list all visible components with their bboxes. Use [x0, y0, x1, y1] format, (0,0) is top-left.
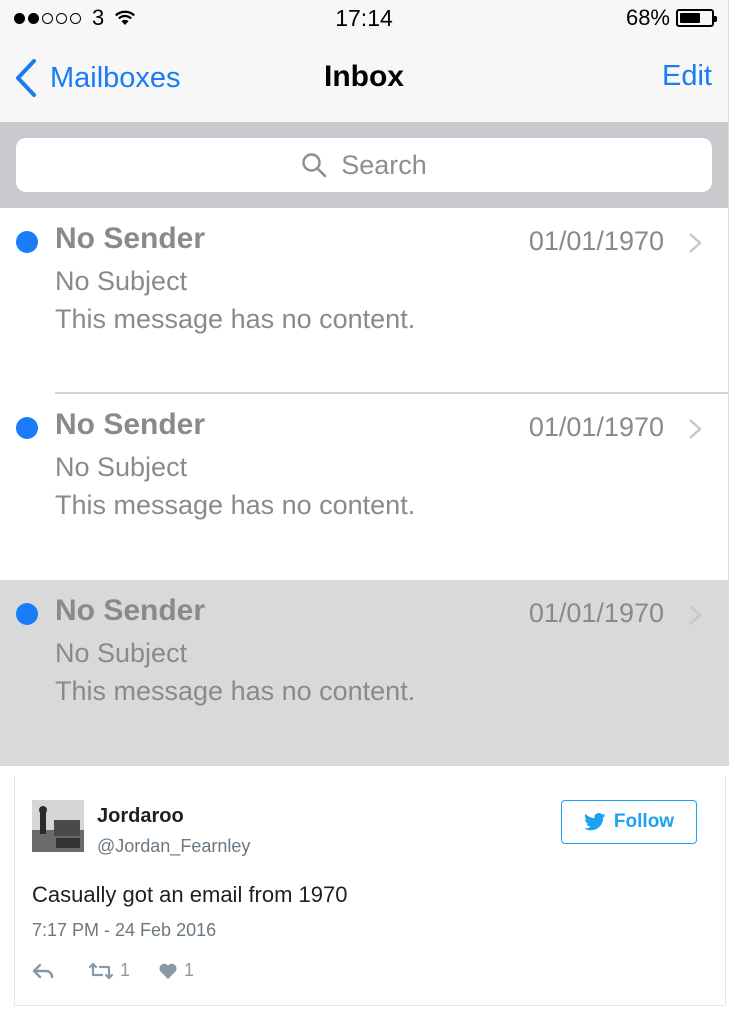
search-icon — [302, 153, 327, 178]
search-placeholder: Search — [341, 149, 427, 180]
message-date: 01/01/1970 — [528, 226, 664, 256]
battery-percentage: 68% — [625, 5, 670, 30]
message-subject: No Subject — [55, 452, 188, 482]
message-subject: No Subject — [55, 266, 188, 296]
embedded-tweet: Jordaroo @Jordan_Fearnley Follow Casuall… — [14, 776, 726, 1006]
follow-button[interactable]: Follow — [561, 800, 697, 844]
tweet-actions: 1 1 — [32, 960, 222, 981]
avatar-photo — [32, 800, 84, 852]
avatar[interactable] — [32, 800, 84, 852]
tweet-timestamp[interactable]: 7:17 PM - 24 Feb 2016 — [32, 920, 216, 941]
battery-icon — [676, 9, 717, 27]
tweet-text: Casually got an email from 1970 — [32, 882, 348, 907]
message-row[interactable]: No Sender 01/01/1970 No Subject This mes… — [0, 208, 728, 394]
status-time: 17:14 — [335, 5, 393, 31]
retweet-icon — [88, 962, 114, 979]
message-preview: This message has no content. — [55, 304, 416, 334]
chevron-right-icon — [689, 233, 702, 253]
heart-icon — [159, 963, 177, 979]
follow-button-label: Follow — [613, 811, 675, 832]
retweet-count: 1 — [120, 960, 131, 980]
message-sender: No Sender — [55, 594, 206, 627]
message-sender: No Sender — [55, 222, 206, 255]
search-input[interactable]: Search — [16, 138, 712, 192]
message-preview: This message has no content. — [55, 676, 416, 706]
page-title: Inbox — [324, 60, 404, 93]
message-subject: No Subject — [55, 638, 188, 668]
chevron-right-icon — [689, 419, 702, 439]
status-bar: 3 17:14 68% — [0, 0, 728, 36]
message-preview: This message has no content. — [55, 490, 416, 520]
like-button[interactable]: 1 — [158, 960, 194, 981]
unread-dot-icon — [16, 417, 38, 439]
search-bar: Search — [0, 122, 728, 208]
reply-button[interactable] — [32, 963, 60, 979]
unread-dot-icon — [16, 231, 38, 253]
like-count: 1 — [184, 960, 195, 980]
message-row[interactable]: No Sender 01/01/1970 No Subject This mes… — [0, 394, 728, 580]
navigation-bar: Mailboxes Inbox Edit — [0, 36, 728, 122]
tweet-author-name[interactable]: Jordaroo — [97, 805, 184, 828]
message-date: 01/01/1970 — [528, 598, 664, 628]
edit-button[interactable]: Edit — [662, 60, 712, 93]
status-right: 68% — [625, 5, 717, 31]
battery-level-fill — [680, 13, 700, 23]
unread-dot-icon — [16, 603, 38, 625]
chevron-right-icon — [689, 605, 702, 625]
reply-icon — [32, 963, 54, 978]
message-sender: No Sender — [55, 408, 206, 441]
retweet-button[interactable]: 1 — [88, 960, 130, 981]
tweet-author-handle[interactable]: @Jordan_Fearnley — [97, 836, 250, 857]
twitter-bird-icon — [584, 813, 606, 831]
mail-app-screenshot: 3 17:14 68% Mailboxes Inbox Edit Search … — [0, 0, 729, 766]
message-row-selected[interactable]: No Sender 01/01/1970 No Subject This mes… — [0, 580, 728, 766]
message-date: 01/01/1970 — [528, 412, 664, 442]
